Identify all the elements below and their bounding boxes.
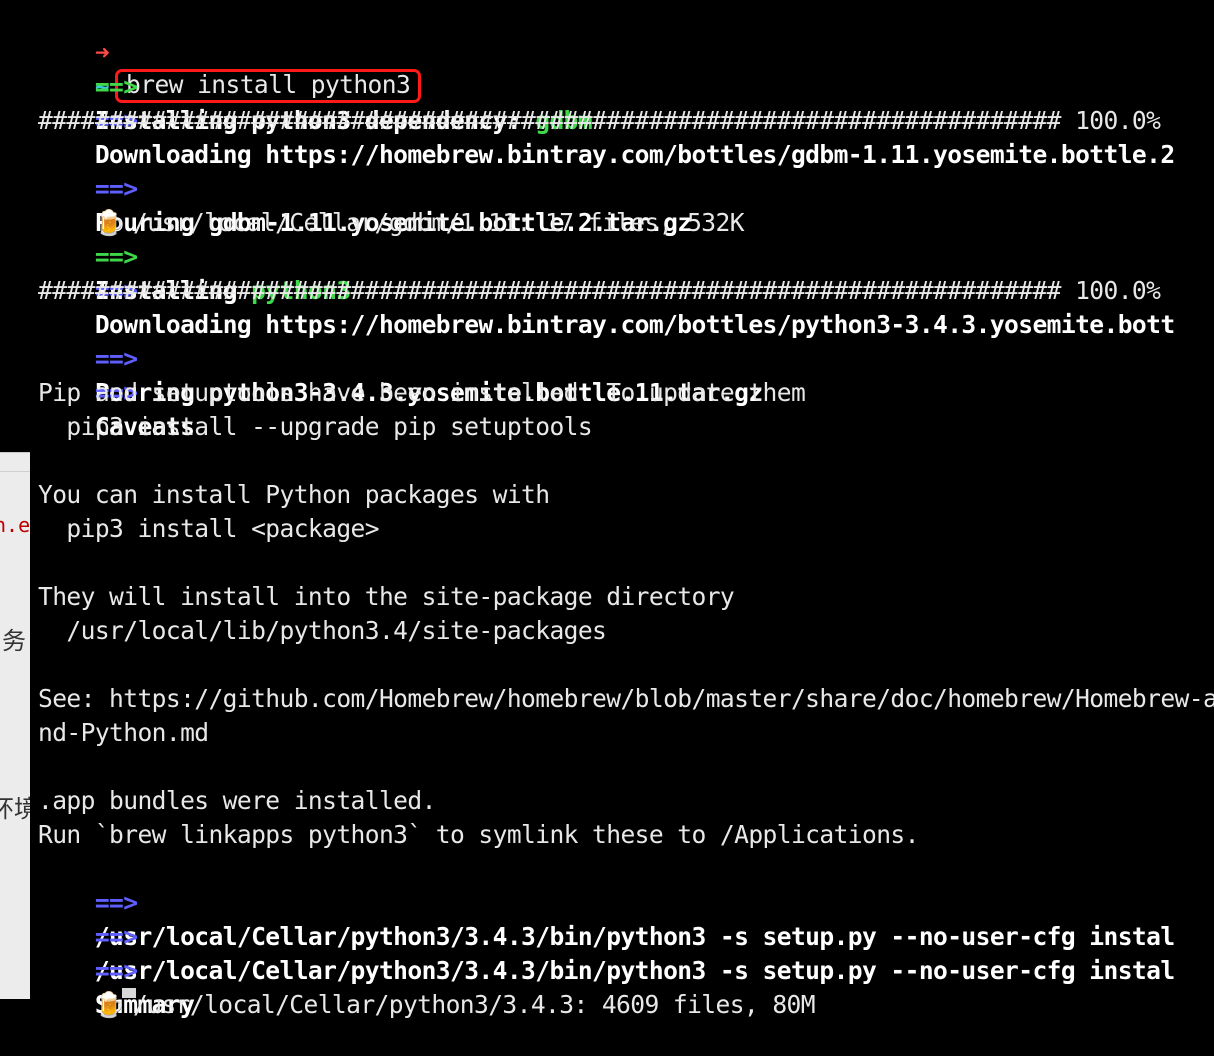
output-line: See: https://github.com/Homebrew/homebre… xyxy=(38,684,1214,713)
text-cursor[interactable] xyxy=(122,988,136,998)
output-line: ==> Pouring python3-3.4.3.yosemite.bottl… xyxy=(38,308,763,407)
output-line: pip3 install --upgrade pip setuptools xyxy=(38,412,593,441)
background-text-fragment: n.e xyxy=(0,513,30,537)
background-window[interactable]: n.e 务 环境 xyxy=(0,452,30,999)
output-text: /usr/local/Cellar/python3/3.4.3: 4609 fi… xyxy=(118,990,816,1019)
output-line: ==> /usr/local/Cellar/python3/3.4.3/bin/… xyxy=(38,852,1175,951)
output-line: ==> Pouring gdbm-1.11.yosemite.bottle.2.… xyxy=(38,138,692,237)
output-line: 🍺 /usr/local/Cellar/gdbm/1.11: 17 files,… xyxy=(38,172,745,237)
background-text-fragment: 务 xyxy=(2,627,26,655)
background-text-fragment: 环境 xyxy=(0,789,30,824)
progress-bar-line: ########################################… xyxy=(38,106,1161,135)
output-line: Run `brew linkapps python3` to symlink t… xyxy=(38,820,919,849)
terminal-window[interactable]: ➜ ~ brew install python3 ==> Installing p… xyxy=(30,0,1214,1019)
output-line: You can install Python packages with xyxy=(38,480,550,509)
output-line: Pip and setuptools have been installed. … xyxy=(38,378,806,407)
progress-bar-line: ########################################… xyxy=(38,276,1161,305)
output-line: pip3 install <package> xyxy=(38,514,379,543)
prompt-line: ➜ ~ brew install python3 xyxy=(38,2,422,103)
output-line: They will install into the site-package … xyxy=(38,582,735,611)
output-line: ==> Installing python3 xyxy=(38,206,351,305)
output-line: ==> Downloading https://homebrew.bintray… xyxy=(38,70,1175,169)
beer-icon: 🍺 xyxy=(94,990,126,1019)
output-line: ==> Downloading https://homebrew.bintray… xyxy=(38,240,1175,339)
output-line: nd-Python.md xyxy=(38,718,209,747)
output-line: /usr/local/lib/python3.4/site-packages xyxy=(38,616,607,645)
output-line: ==> Caveats xyxy=(38,342,195,441)
output-line: ==> Summary xyxy=(38,920,195,1019)
output-line: 🍺 /usr/local/Cellar/python3/3.4.3: 4609 … xyxy=(38,954,816,1019)
output-line: ==> Installing python3 dependency: gdbm xyxy=(38,36,593,135)
output-line: .app bundles were installed. xyxy=(38,786,436,815)
divider xyxy=(0,471,30,472)
output-line: ==> /usr/local/Cellar/python3/3.4.3/bin/… xyxy=(38,886,1175,985)
output-text: /usr/local/Cellar/python3/3.4.3/bin/pyth… xyxy=(94,922,1175,951)
